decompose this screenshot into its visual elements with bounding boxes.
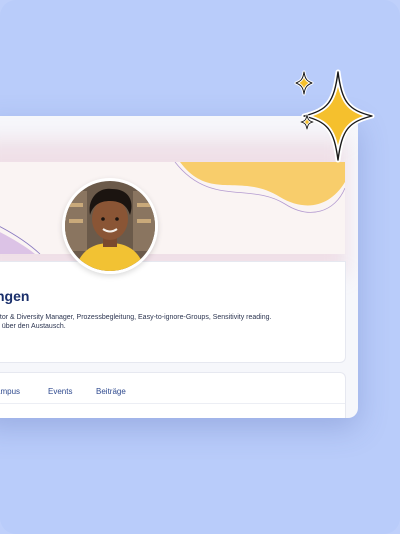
profile-name: ngen — [0, 288, 30, 304]
banner-wave-graphic — [0, 162, 345, 254]
tab-campus[interactable]: ampus — [0, 387, 20, 396]
bio-line-1: ator & Diversity Manager, Prozessbegleit… — [0, 314, 272, 321]
sparkle-tiny-icon — [300, 114, 314, 130]
tab-events[interactable]: Events — [48, 387, 72, 396]
tab-beitraege[interactable]: Beiträge — [96, 387, 126, 396]
profile-tabs: ampus Events Beiträge — [0, 372, 346, 418]
avatar[interactable] — [62, 178, 158, 274]
sparkle-small-icon — [294, 70, 314, 96]
bio-line-2: h über den Austausch. — [0, 323, 66, 330]
profile-bio: ator & Diversity Manager, Prozessbegleit… — [0, 313, 271, 331]
avatar-photo-icon — [65, 181, 155, 271]
profile-card — [0, 261, 346, 363]
tabs-divider — [0, 403, 345, 404]
profile-banner — [0, 162, 345, 254]
